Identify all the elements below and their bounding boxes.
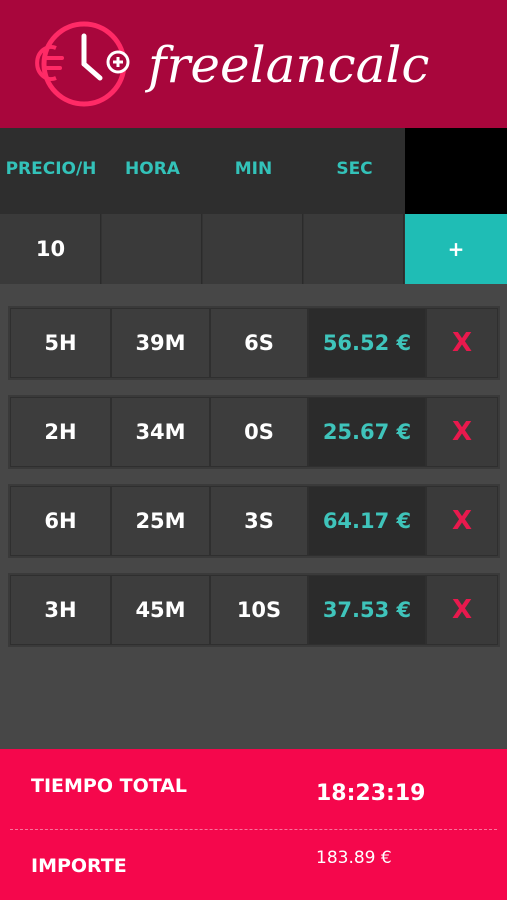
hour-input[interactable] [102, 214, 202, 284]
delete-entry-button[interactable]: X [426, 486, 498, 556]
entry-seconds: 0S [210, 397, 308, 467]
amount-label: IMPORTE [31, 855, 127, 877]
entry-amount: 56.52 € [308, 308, 426, 378]
footer-divider [10, 829, 497, 830]
total-time-label: TIEMPO TOTAL [31, 775, 188, 797]
entry-minutes: 25M [111, 486, 210, 556]
amount-value: 183.89 € [316, 848, 392, 868]
input-row: 10 + [0, 214, 507, 284]
entry-hours: 6H [10, 486, 111, 556]
add-entry-button[interactable]: + [405, 214, 507, 284]
price-input[interactable]: 10 [0, 214, 101, 284]
entry-hours: 2H [10, 397, 111, 467]
entry-hours: 5H [10, 308, 111, 378]
entry-seconds: 10S [210, 575, 308, 645]
entry-amount: 37.53 € [308, 575, 426, 645]
column-header-sec: SEC [336, 159, 373, 179]
entry-minutes: 39M [111, 308, 210, 378]
entry-hours: 3H [10, 575, 111, 645]
min-input[interactable] [203, 214, 303, 284]
delete-entry-button[interactable]: X [426, 575, 498, 645]
delete-entry-button[interactable]: X [426, 308, 498, 378]
entry-amount: 25.67 € [308, 397, 426, 467]
delete-entry-button[interactable]: X [426, 397, 498, 467]
totals-footer: TIEMPO TOTAL 18:23:19 IMPORTE 183.89 € [0, 749, 507, 900]
column-header-min: MIN [234, 159, 273, 179]
entry-minutes: 45M [111, 575, 210, 645]
sec-input[interactable] [304, 214, 404, 284]
entry-minutes: 34M [111, 397, 210, 467]
entry-seconds: 3S [210, 486, 308, 556]
list-item: 3H 45M 10S 37.53 € X [8, 573, 500, 647]
clock-euro-icon [35, 21, 130, 107]
column-header-hour: HORA [125, 159, 180, 179]
total-time-value: 18:23:19 [316, 781, 426, 806]
column-header-price: PRECIO/H [5, 159, 97, 179]
column-headers: PRECIO/H HORA MIN SEC [0, 128, 507, 214]
app-header: freelancalc [0, 0, 507, 128]
list-item: 2H 34M 0S 25.67 € X [8, 395, 500, 469]
list-item: 5H 39M 6S 56.52 € X [8, 306, 500, 380]
entry-seconds: 6S [210, 308, 308, 378]
app-logo-text: freelancalc [148, 36, 430, 94]
header-spacer [405, 128, 507, 214]
entry-amount: 64.17 € [308, 486, 426, 556]
list-item: 6H 25M 3S 64.17 € X [8, 484, 500, 558]
